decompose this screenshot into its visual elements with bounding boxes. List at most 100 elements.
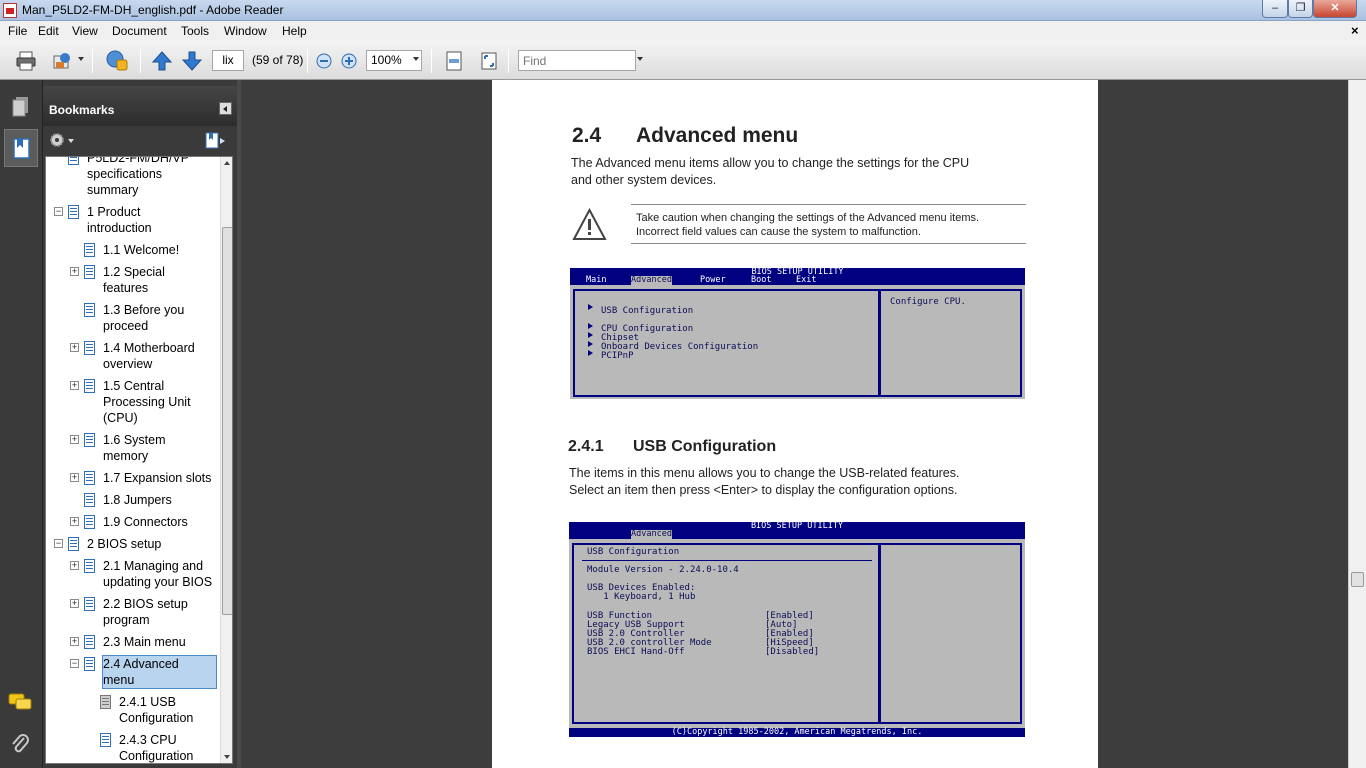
bookmark-page-icon <box>84 243 95 257</box>
bookmark-item[interactable]: 1.1 Welcome! <box>46 242 218 258</box>
expand-icon[interactable]: + <box>70 473 79 482</box>
bookmark-item[interactable]: +1.7 Expansion slots <box>46 470 218 486</box>
menu-view[interactable]: View <box>72 24 98 38</box>
expand-icon[interactable]: + <box>70 517 79 526</box>
bookmark-page-icon <box>84 341 95 355</box>
bios-help-text: Configure CPU. <box>890 297 966 307</box>
expand-icon[interactable]: + <box>70 637 79 646</box>
expand-icon[interactable]: + <box>70 343 79 352</box>
bookmarks-scrollbar[interactable] <box>220 157 232 763</box>
bookmark-item[interactable]: 2.4.1 USB Configuration <box>46 694 218 726</box>
bookmark-label: 2.4.3 CPU Configuration <box>119 733 194 763</box>
previous-page-icon[interactable] <box>151 50 173 72</box>
close-window-button[interactable]: ✕ <box>1313 0 1357 18</box>
bookmark-label: 1.1 Welcome! <box>103 243 180 257</box>
bookmark-item[interactable]: +1.9 Connectors <box>46 514 218 530</box>
bookmark-item[interactable]: +2.1 Managing and updating your BIOS <box>46 558 218 590</box>
bookmark-item[interactable]: 2.4.3 CPU Configuration <box>46 732 218 763</box>
expand-bookmark-icon[interactable] <box>205 132 227 149</box>
close-document-icon[interactable]: × <box>1351 23 1359 38</box>
collapse-panel-button[interactable] <box>219 102 232 115</box>
expand-icon[interactable]: + <box>70 435 79 444</box>
bookmark-item[interactable]: − 2.4 Advanced menu <box>46 655 218 689</box>
bios-tab-main: Main <box>586 275 607 285</box>
zoom-dropdown-icon[interactable] <box>413 57 419 61</box>
document-scroll-thumb[interactable] <box>1351 572 1364 587</box>
find-input[interactable] <box>518 50 636 71</box>
expand-icon[interactable]: + <box>70 381 79 390</box>
page-thumbnails-button[interactable] <box>4 88 38 126</box>
menu-tools[interactable]: Tools <box>181 24 209 38</box>
expand-icon[interactable]: + <box>70 267 79 276</box>
bios-tab-power: Power <box>700 275 726 285</box>
share-dropdown-icon[interactable] <box>78 57 84 61</box>
bookmark-page-icon <box>84 303 95 317</box>
bookmark-item[interactable]: P5LD2-FM/DH/VP specifications summary <box>46 156 218 198</box>
bookmark-item[interactable]: − 1 Product introduction <box>46 204 218 236</box>
attachments-icon[interactable] <box>10 733 30 755</box>
bookmark-item[interactable]: +2.3 Main menu <box>46 634 218 650</box>
page-number-input[interactable]: lix <box>212 50 244 71</box>
bookmark-item[interactable]: +1.5 Central Processing Unit (CPU) <box>46 378 218 426</box>
pdf-page: 2.4 Advanced menu The Advanced menu item… <box>492 80 1098 768</box>
bookmark-label: 2.2 BIOS setup program <box>103 597 188 627</box>
bookmark-item[interactable]: +2.2 BIOS setup program <box>46 596 218 628</box>
collapse-icon[interactable]: − <box>54 207 63 216</box>
toolbar-separator <box>92 49 93 73</box>
next-page-icon[interactable] <box>181 50 203 72</box>
zoom-out-icon[interactable] <box>315 52 333 70</box>
bookmark-item[interactable]: +1.4 Motherboard overview <box>46 340 218 372</box>
zoom-in-icon[interactable] <box>340 52 358 70</box>
print-icon[interactable] <box>15 50 37 72</box>
menu-help[interactable]: Help <box>282 24 307 38</box>
document-area: 2.4 Advanced menu The Advanced menu item… <box>241 80 1348 768</box>
collaborate-icon[interactable] <box>104 48 130 74</box>
bookmarks-icon <box>13 138 30 159</box>
bookmark-label: 2.1 Managing and updating your BIOS <box>103 559 213 589</box>
caution-text: Take caution when changing the settings … <box>636 212 980 238</box>
expand-icon[interactable]: + <box>70 561 79 570</box>
expand-icon[interactable]: + <box>70 599 79 608</box>
collapse-icon[interactable]: − <box>54 539 63 548</box>
menu-file[interactable]: File <box>8 24 27 38</box>
scrolling-mode-icon[interactable] <box>443 50 465 72</box>
menu-edit[interactable]: Edit <box>38 24 59 38</box>
caution-rule-bottom <box>631 243 1026 244</box>
subsection-number: 2.4.1 <box>568 438 604 455</box>
document-scrollbar[interactable] <box>1348 80 1366 768</box>
submenu-arrow-icon <box>588 332 593 338</box>
comments-icon[interactable] <box>8 692 32 712</box>
bookmark-item[interactable]: − 2 BIOS setup <box>46 536 218 552</box>
bookmark-item[interactable]: +1.6 System memory <box>46 432 218 464</box>
bookmark-page-icon <box>84 471 95 485</box>
bookmarks-scroll-thumb[interactable] <box>222 227 232 615</box>
fit-page-icon[interactable] <box>478 50 500 72</box>
bookmark-item[interactable]: 1.8 Jumpers <box>46 492 218 508</box>
bookmark-label: 1.2 Special features <box>103 265 165 295</box>
bookmark-label: 1.3 Before you proceed <box>103 303 185 333</box>
bookmark-item[interactable]: 1.3 Before you proceed <box>46 302 218 334</box>
bookmark-page-icon <box>68 537 79 551</box>
bookmark-label: 1.8 Jumpers <box>103 493 172 507</box>
options-gear-icon[interactable] <box>49 132 77 148</box>
bios-module-version: Module Version - 2.24.0-10.4 <box>587 565 739 575</box>
share-review-icon[interactable] <box>51 50 73 72</box>
submenu-arrow-icon <box>588 304 593 310</box>
bookmark-label: P5LD2-FM/DH/VP specifications summary <box>87 156 190 197</box>
find-dropdown-icon[interactable] <box>637 57 643 61</box>
collapse-icon[interactable]: − <box>70 659 79 668</box>
scroll-up-icon[interactable] <box>224 161 230 165</box>
minimize-button[interactable]: ‒ <box>1262 0 1288 18</box>
bios-tab-exit: Exit <box>796 275 817 285</box>
bookmark-page-icon <box>84 433 95 447</box>
bookmark-label: 2 BIOS setup <box>87 537 162 551</box>
menu-bar: File Edit View Document Tools Window Hel… <box>0 21 1366 41</box>
scroll-down-icon[interactable] <box>224 755 230 759</box>
bios-usb-screenshot: BIOS SETUP UTILITY Advanced USB Configur… <box>569 522 1025 737</box>
bookmark-item[interactable]: +1.2 Special features <box>46 264 218 296</box>
menu-window[interactable]: Window <box>224 24 267 38</box>
menu-document[interactable]: Document <box>112 24 167 38</box>
bookmarks-button[interactable] <box>4 129 38 167</box>
maximize-button[interactable]: ❐ <box>1288 0 1313 18</box>
bookmarks-tree: P5LD2-FM/DH/VP specifications summary − 1 … <box>45 156 233 764</box>
